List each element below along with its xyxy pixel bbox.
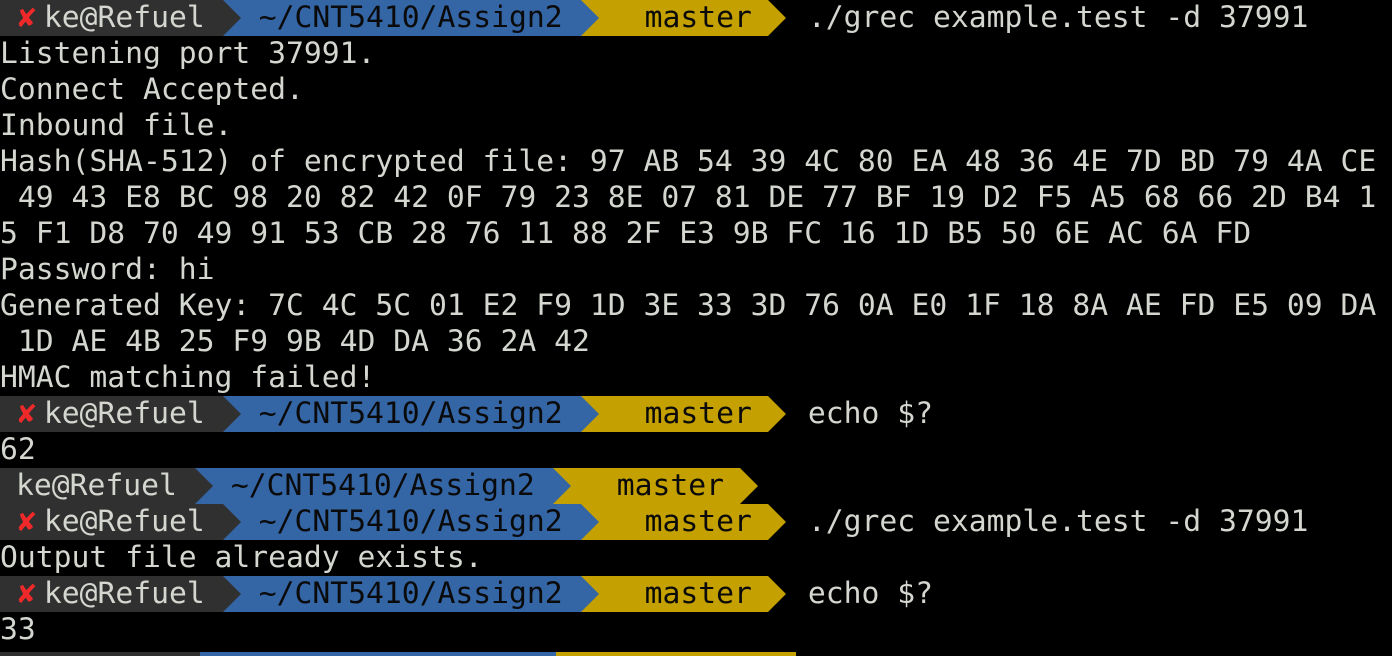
- prompt-line: ke@Refuel ~/CNT5410/Assign2 master: [0, 468, 1392, 504]
- output-line: 49 43 E8 BC 98 20 82 42 0F 79 23 8E 07 8…: [0, 180, 1377, 215]
- segment-arrow: [222, 0, 241, 36]
- prompt-branch: master: [644, 0, 752, 35]
- prompt-user-host: ke@Refuel: [43, 0, 205, 35]
- output-line: 5 F1 D8 70 49 91 53 CB 28 76 11 88 2F E3…: [0, 216, 1252, 251]
- prompt-dir-segment: ~/CNT5410/Assign2: [222, 396, 599, 432]
- command-text: ./grec example.test -d 37991: [807, 504, 1309, 539]
- prompt-git-segment: master: [580, 504, 786, 540]
- prompt-user-segment: ✘ ke@Refuel: [0, 576, 241, 612]
- segment-arrow: [767, 396, 786, 432]
- prompt-cwd: ~/CNT5410/Assign2: [230, 468, 535, 503]
- prompt-branch: master: [616, 468, 724, 503]
- command-text: echo $?: [807, 396, 933, 431]
- prompt-user-host: ke@Refuel: [43, 576, 205, 611]
- prompt-branch: master: [644, 396, 752, 431]
- prompt-user-host: ke@Refuel: [16, 468, 177, 503]
- segment-arrow: [580, 504, 599, 540]
- git-branch-icon: [587, 472, 603, 500]
- prompt-dir-segment: ~/CNT5410/Assign2: [222, 576, 599, 612]
- output-line: Password: hi: [0, 252, 215, 287]
- segment-arrow: [767, 504, 786, 540]
- prompt-dir-segment: [200, 652, 556, 656]
- prompt-git-segment: master: [552, 468, 758, 504]
- output-line: Hash(SHA-512) of encrypted file: 97 AB 5…: [0, 144, 1377, 179]
- prompt-cwd: ~/CNT5410/Assign2: [258, 504, 563, 539]
- output-line: Connect Accepted.: [0, 72, 304, 107]
- terminal-window[interactable]: ✘ ke@Refuel ~/CNT5410/Assign2 master ./gr…: [0, 0, 1392, 656]
- error-x-icon: ✘: [18, 396, 36, 431]
- prompt-line: ✘ ke@Refuel ~/CNT5410/Assign2 master echo…: [0, 576, 1392, 612]
- prompt-line: ✘ ke@Refuel ~/CNT5410/Assign2 master ./gr…: [0, 0, 1392, 36]
- git-branch-icon: [615, 4, 631, 32]
- prompt-git-segment: master: [580, 0, 786, 36]
- segment-arrow: [222, 396, 241, 432]
- output-line: 62: [0, 432, 36, 467]
- segment-arrow: [739, 468, 758, 504]
- prompt-cwd: ~/CNT5410/Assign2: [258, 0, 563, 35]
- error-x-icon: ✘: [18, 504, 36, 539]
- error-x-icon: ✘: [18, 576, 36, 611]
- output-line: 33: [0, 612, 36, 647]
- output-line: Listening port 37991.: [0, 36, 376, 71]
- prompt-user-segment: ✘ ke@Refuel: [0, 396, 241, 432]
- segment-arrow: [767, 576, 786, 612]
- prompt-dir-segment: ~/CNT5410/Assign2: [222, 504, 599, 540]
- prompt-user-segment: [0, 652, 200, 656]
- segment-arrow: [222, 576, 241, 612]
- prompt-cwd: ~/CNT5410/Assign2: [258, 576, 563, 611]
- prompt-dir-segment: ~/CNT5410/Assign2: [194, 468, 571, 504]
- prompt-git-segment: master: [580, 396, 786, 432]
- segment-arrow: [580, 576, 599, 612]
- prompt-git-segment: master: [580, 576, 786, 612]
- command-text: ./grec example.test -d 37991: [807, 0, 1309, 35]
- prompt-user-host: ke@Refuel: [43, 504, 205, 539]
- segment-arrow: [580, 0, 599, 36]
- error-x-icon: ✘: [18, 0, 36, 35]
- prompt-line: ✘ ke@Refuel ~/CNT5410/Assign2 master echo…: [0, 396, 1392, 432]
- command-text: echo $?: [807, 576, 933, 611]
- prompt-user-segment: ✘ ke@Refuel: [0, 0, 241, 36]
- git-branch-icon: [615, 580, 631, 608]
- prompt-line: ✘ ke@Refuel ~/CNT5410/Assign2 master ./gr…: [0, 504, 1392, 540]
- output-line: Output file already exists.: [0, 540, 483, 575]
- prompt-user-segment: ke@Refuel: [0, 468, 213, 504]
- segment-arrow: [580, 396, 599, 432]
- output-line: Generated Key: 7C 4C 5C 01 E2 F9 1D 3E 3…: [0, 288, 1377, 323]
- segment-arrow: [222, 504, 241, 540]
- git-branch-icon: [615, 400, 631, 428]
- prompt-cwd: ~/CNT5410/Assign2: [258, 396, 563, 431]
- prompt-user-segment: ✘ ke@Refuel: [0, 504, 241, 540]
- prompt-branch: master: [644, 504, 752, 539]
- output-line: Inbound file.: [0, 108, 233, 143]
- prompt-user-host: ke@Refuel: [43, 396, 205, 431]
- segment-arrow: [194, 468, 213, 504]
- output-line: HMAC matching failed!: [0, 360, 376, 395]
- segment-arrow: [552, 468, 571, 504]
- output-line: 1D AE 4B 25 F9 9B 4D DA 36 2A 42: [0, 324, 590, 359]
- prompt-branch: master: [644, 576, 752, 611]
- partial-prompt-line: [0, 648, 1392, 656]
- segment-arrow: [767, 0, 786, 36]
- prompt-git-segment: [556, 652, 796, 656]
- prompt-dir-segment: ~/CNT5410/Assign2: [222, 0, 599, 36]
- git-branch-icon: [615, 508, 631, 536]
